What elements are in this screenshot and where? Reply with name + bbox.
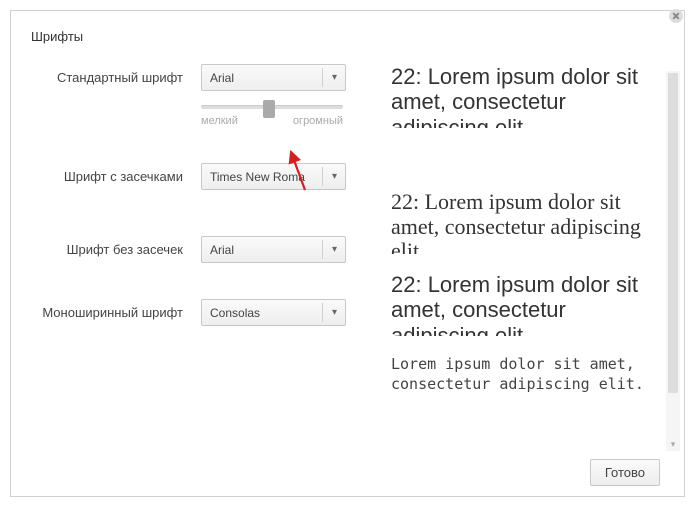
select-separator — [322, 167, 323, 186]
label-standard-font: Стандартный шрифт — [31, 64, 201, 86]
slider-thumb[interactable] — [263, 100, 275, 118]
row-mono-font: Моноширинный шрифт Consolas ▾ — [31, 299, 391, 326]
row-sans-font: Шрифт без засечек Arial ▾ — [31, 236, 391, 263]
dialog-title: Шрифты — [11, 11, 684, 44]
label-sans-font: Шрифт без засечек — [31, 236, 201, 258]
slider-track[interactable] — [201, 105, 343, 109]
preview-column: 22: Lorem ipsum dolor sit amet, consecte… — [391, 64, 680, 444]
select-value: Arial — [210, 71, 234, 85]
chevron-down-icon: ▾ — [332, 244, 337, 255]
chevron-down-icon[interactable]: ▾ — [668, 439, 678, 449]
preview-standard: 22: Lorem ipsum dolor sit amet, consecte… — [391, 64, 672, 128]
select-value: Arial — [210, 243, 234, 257]
chevron-down-icon: ▾ — [332, 171, 337, 182]
dialog-content: Стандартный шрифт Arial ▾ мелкий огромн — [11, 44, 684, 444]
scrollbar-thumb[interactable] — [668, 73, 678, 393]
preview-mono: Lorem ipsum dolor sit amet, consectetur … — [391, 354, 672, 418]
dialog-footer: Готово — [590, 459, 660, 486]
close-icon[interactable] — [667, 7, 685, 25]
label-serif-font: Шрифт с засечками — [31, 163, 201, 185]
chevron-down-icon: ▾ — [332, 307, 337, 318]
select-separator — [322, 68, 323, 87]
preview-sans: 22: Lorem ipsum dolor sit amet, consecte… — [391, 272, 672, 336]
label-mono-font: Моноширинный шрифт — [31, 299, 201, 321]
select-sans-font[interactable]: Arial ▾ — [201, 236, 346, 263]
slider-min-label: мелкий — [201, 115, 238, 127]
row-standard-font: Стандартный шрифт Arial ▾ мелкий огромн — [31, 64, 391, 127]
scrollbar[interactable]: ▾ — [666, 71, 680, 451]
select-value: Times New Roma — [210, 170, 305, 184]
select-mono-font[interactable]: Consolas ▾ — [201, 299, 346, 326]
settings-column: Стандартный шрифт Arial ▾ мелкий огромн — [11, 64, 391, 444]
select-standard-font[interactable]: Arial ▾ — [201, 64, 346, 91]
select-separator — [322, 240, 323, 259]
row-serif-font: Шрифт с засечками Times New Roma ▾ — [31, 163, 391, 190]
preview-serif: 22: Lorem ipsum dolor sit amet, consecte… — [391, 190, 672, 254]
chevron-down-icon: ▾ — [332, 72, 337, 83]
select-serif-font[interactable]: Times New Roma ▾ — [201, 163, 346, 190]
fonts-dialog: Шрифты Стандартный шрифт Arial ▾ — [10, 10, 685, 497]
control-standard-font: Arial ▾ мелкий огромный — [201, 64, 351, 127]
done-button[interactable]: Готово — [590, 459, 660, 486]
select-separator — [322, 303, 323, 322]
font-size-slider: мелкий огромный — [201, 105, 351, 127]
select-value: Consolas — [210, 306, 260, 320]
slider-max-label: огромный — [293, 115, 343, 127]
